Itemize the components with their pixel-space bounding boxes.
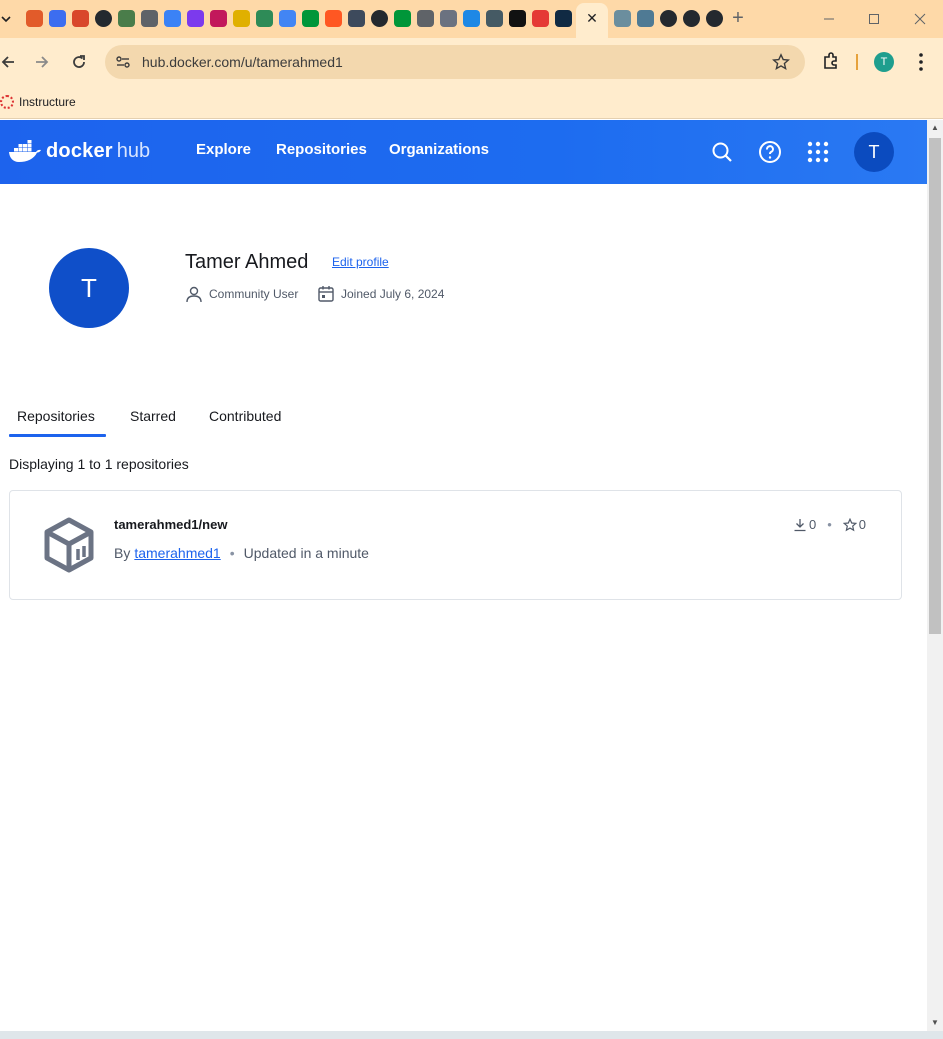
reload-icon[interactable] bbox=[67, 50, 91, 74]
separator-dot: • bbox=[229, 545, 235, 561]
joined-date: Joined July 6, 2024 bbox=[317, 285, 444, 303]
instructure-icon bbox=[0, 95, 14, 109]
github4-icon[interactable] bbox=[683, 10, 700, 27]
bird-icon[interactable] bbox=[614, 10, 631, 27]
c-icon[interactable] bbox=[49, 10, 66, 27]
bookmarks-bar: Instructure bbox=[0, 85, 943, 119]
docker-hub-logo[interactable]: docker hub bbox=[8, 137, 150, 165]
github5-icon[interactable] bbox=[706, 10, 723, 27]
star-count: 0 bbox=[858, 517, 867, 532]
page-scrollbar[interactable]: ▲ ▼ bbox=[927, 120, 943, 1031]
tab-repositories[interactable]: Repositories bbox=[17, 408, 95, 424]
url-text[interactable]: hub.docker.com/u/tamerahmed1 bbox=[142, 54, 343, 70]
minimize-icon[interactable] bbox=[818, 8, 840, 30]
fish-icon[interactable] bbox=[486, 10, 503, 27]
vk-icon[interactable] bbox=[348, 10, 365, 27]
pen-icon[interactable] bbox=[187, 10, 204, 27]
owner-link[interactable]: tamerahmed1 bbox=[134, 545, 220, 561]
browser-menu-icon[interactable] bbox=[912, 50, 930, 74]
user-avatar[interactable]: T bbox=[854, 132, 894, 172]
nav-explore[interactable]: Explore bbox=[196, 141, 251, 158]
logo-word-hub: hub bbox=[116, 139, 151, 162]
logo-word-docker: docker bbox=[46, 139, 113, 162]
tab-starred[interactable]: Starred bbox=[130, 408, 176, 424]
n2-icon[interactable] bbox=[394, 10, 411, 27]
image-icon[interactable] bbox=[210, 10, 227, 27]
browser-tab-strip: ✕ + bbox=[0, 0, 943, 38]
tab-contributed[interactable]: Contributed bbox=[209, 408, 281, 424]
download-icon bbox=[794, 518, 806, 531]
ring2-icon[interactable] bbox=[164, 10, 181, 27]
search-icon[interactable] bbox=[710, 140, 734, 164]
browser-toolbar: hub.docker.com/u/tamerahmed1 T bbox=[0, 38, 943, 85]
page-viewport: docker hub Explore Repositories Organiza… bbox=[0, 120, 927, 1031]
github-icon[interactable] bbox=[95, 10, 112, 27]
profile-avatar: T bbox=[49, 248, 129, 328]
fish2-icon[interactable] bbox=[637, 10, 654, 27]
os-taskbar bbox=[0, 1031, 943, 1039]
stack-icon[interactable] bbox=[118, 10, 135, 27]
apps-grid-icon[interactable] bbox=[806, 140, 830, 164]
star-icon bbox=[842, 517, 857, 531]
toolbar-separator bbox=[856, 54, 858, 70]
globe-icon[interactable] bbox=[141, 10, 158, 27]
help-icon[interactable] bbox=[758, 140, 782, 164]
site-settings-icon[interactable] bbox=[115, 54, 131, 70]
calendar-icon bbox=[318, 286, 334, 302]
paint-icon[interactable] bbox=[233, 10, 250, 27]
sparkle-icon[interactable] bbox=[279, 10, 296, 27]
scroll-down-arrow-icon[interactable]: ▼ bbox=[931, 1019, 939, 1027]
hub-header: docker hub Explore Repositories Organiza… bbox=[0, 120, 927, 184]
repository-stats: 0 • 0 bbox=[793, 517, 866, 532]
nav-repositories[interactable]: Repositories bbox=[276, 141, 367, 158]
stats-separator-dot: • bbox=[827, 517, 832, 532]
joined-label: Joined July 6, 2024 bbox=[341, 287, 445, 301]
bookmark-label: Instructure bbox=[19, 95, 76, 109]
github2-icon[interactable] bbox=[371, 10, 388, 27]
scroll-up-arrow-icon[interactable]: ▲ bbox=[931, 124, 939, 132]
forward-arrow-icon[interactable] bbox=[30, 50, 54, 74]
docker-whale-icon bbox=[9, 140, 41, 162]
user-type: Community User bbox=[185, 285, 298, 303]
scroll-thumb[interactable] bbox=[929, 138, 941, 634]
repository-card[interactable]: tamerahmed1/new By tamerahmed1 • Updated… bbox=[9, 490, 902, 600]
bookmark-star-icon[interactable] bbox=[772, 53, 790, 71]
close-tab-icon[interactable]: ✕ bbox=[583, 9, 601, 27]
blog-icon[interactable] bbox=[325, 10, 342, 27]
active-tab-indicator bbox=[9, 434, 106, 437]
bookmark-instructure[interactable]: Instructure bbox=[0, 91, 76, 113]
n-icon[interactable] bbox=[302, 10, 319, 27]
new-tab-icon[interactable]: + bbox=[728, 7, 748, 29]
back-arrow-icon[interactable] bbox=[0, 50, 20, 74]
ring-icon[interactable] bbox=[26, 10, 43, 27]
globe2-icon[interactable] bbox=[417, 10, 434, 27]
c2-icon[interactable] bbox=[509, 10, 526, 27]
person-icon bbox=[186, 286, 202, 303]
globe3-icon[interactable] bbox=[440, 10, 457, 27]
results-count: Displaying 1 to 1 repositories bbox=[9, 456, 189, 472]
repository-meta: By tamerahmed1 • Updated in a minute bbox=[114, 545, 369, 561]
repository-cube-icon bbox=[44, 517, 94, 573]
tab-search-chevron-icon[interactable] bbox=[0, 6, 18, 32]
close-window-icon[interactable] bbox=[909, 8, 931, 30]
grid-icon[interactable] bbox=[555, 10, 572, 27]
updated-label: Updated in a minute bbox=[243, 545, 369, 561]
maximize-icon[interactable] bbox=[863, 8, 885, 30]
github3-icon[interactable] bbox=[660, 10, 677, 27]
graduation-icon[interactable] bbox=[72, 10, 89, 27]
repository-name[interactable]: tamerahmed1/new bbox=[114, 517, 227, 532]
browser-profile-avatar[interactable]: T bbox=[874, 52, 894, 72]
user-type-label: Community User bbox=[209, 287, 299, 301]
profile-name: Tamer Ahmed bbox=[185, 251, 309, 273]
earth-icon[interactable] bbox=[463, 10, 480, 27]
pull-count: 0 bbox=[809, 517, 817, 532]
address-bar[interactable]: hub.docker.com/u/tamerahmed1 bbox=[105, 45, 805, 79]
puzzle-icon[interactable] bbox=[532, 10, 549, 27]
nav-organizations[interactable]: Organizations bbox=[389, 141, 489, 158]
robot-icon[interactable] bbox=[256, 10, 273, 27]
by-prefix: By bbox=[114, 545, 131, 561]
extensions-puzzle-icon[interactable] bbox=[821, 51, 841, 71]
edit-profile-link[interactable]: Edit profile bbox=[332, 255, 389, 269]
